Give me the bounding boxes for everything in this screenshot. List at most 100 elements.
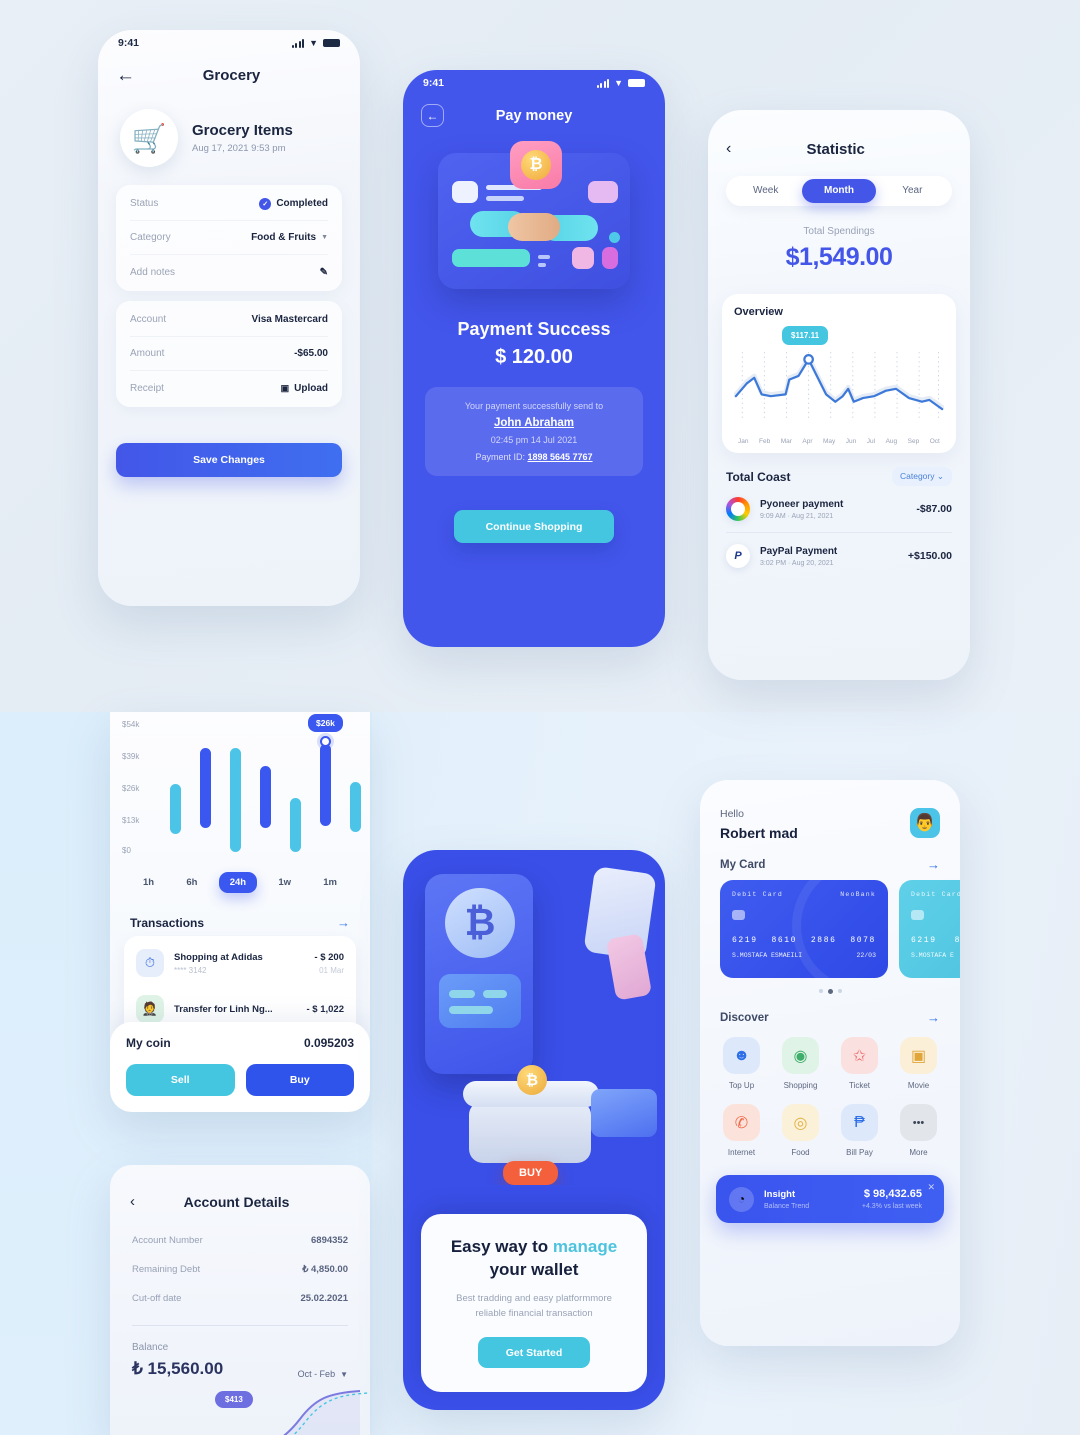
y-tick-26k: $26k [122, 784, 140, 793]
arrow-right-icon[interactable]: → [927, 857, 940, 872]
bar-6[interactable] [320, 744, 331, 826]
credit-card-primary[interactable]: Debit Card NeoBank 6219 8610 2886 8078 S… [720, 880, 888, 978]
payment-id-label: Payment ID: [475, 452, 525, 462]
chip-1h[interactable]: 1h [132, 872, 165, 893]
discover-item-top-up[interactable]: ☻ Top Up [714, 1037, 769, 1090]
row-category[interactable]: Category Food & Fruits ▼ [130, 221, 328, 255]
my-card-header: My Card → [700, 841, 960, 880]
pie-chart-icon: ◔ [729, 1186, 754, 1212]
bar-5[interactable] [290, 798, 301, 852]
transaction-amount: - $ 200 [314, 951, 344, 963]
save-changes-button[interactable]: Save Changes [116, 443, 342, 477]
top-up-icon: ☻ [723, 1037, 760, 1074]
phone-statistic: ‹ Statistic Week Month Year Total Spendi… [708, 110, 970, 680]
illustration-wallet [591, 1089, 657, 1137]
chip-24h[interactable]: 24h [218, 872, 258, 893]
card-carousel[interactable]: Debit Card NeoBank 6219 8610 2886 8078 S… [700, 880, 960, 978]
discover-item-bill-pay[interactable]: ₱ Bill Pay [832, 1104, 887, 1157]
movie-icon: ▣ [900, 1037, 937, 1074]
phone-grocery-detail: 9:41 ▼ ← Grocery 🛒 Grocery Items Aug 17,… [98, 30, 360, 606]
page-title: Pay money [495, 107, 573, 124]
wallet-paragraph: Best tradding and easy platformmore reli… [456, 1292, 612, 1319]
category-filter-button[interactable]: Category ⌄ [892, 467, 952, 486]
discover-grid: ☻ Top Up ◉ Shopping ✩ Ticket ▣ Movie ✆ I… [700, 1033, 960, 1157]
row-label: Cut-off date [132, 1293, 182, 1304]
x-tick-aug: Aug [885, 438, 898, 445]
total-spendings-label: Total Spendings [803, 226, 875, 237]
chip-1m[interactable]: 1m [312, 872, 348, 893]
buy-button[interactable]: Buy [245, 1064, 354, 1096]
row-value: -$65.00 [294, 348, 328, 359]
row-value: Visa Mastercard [251, 314, 328, 325]
discover-item-internet[interactable]: ✆ Internet [714, 1104, 769, 1157]
divider [132, 1325, 348, 1326]
row-status[interactable]: Status ✓ Completed [130, 187, 328, 221]
segment-year[interactable]: Year [876, 179, 949, 203]
date-range-selector[interactable]: Oct - Feb ▼ [298, 1369, 348, 1379]
continue-shopping-button[interactable]: Continue Shopping [454, 510, 614, 543]
chip-6h[interactable]: 6h [175, 872, 208, 893]
row-add-notes[interactable]: Add notes ✎ [130, 255, 328, 289]
card-chip-icon [732, 910, 745, 920]
receipt-line-1: Your payment successfully send to [464, 401, 604, 411]
bar-1[interactable] [170, 784, 181, 834]
discover-item-ticket[interactable]: ✩ Ticket [832, 1037, 887, 1090]
row-label: Remaining Debt [132, 1264, 201, 1275]
page-title: Statistic [806, 140, 865, 158]
handshake-icon [470, 205, 598, 251]
discover-item-more[interactable]: ••• More [891, 1104, 946, 1157]
transaction-date: 01 Mar [319, 965, 344, 975]
discover-item-movie[interactable]: ▣ Movie [891, 1037, 946, 1090]
row-value: 25.02.2021 [300, 1293, 348, 1304]
row-label: Status [130, 198, 159, 209]
card-type: Debit Card [732, 891, 784, 898]
my-card-title: My Card [720, 858, 766, 871]
signal-icon [291, 38, 305, 48]
pencil-icon[interactable]: ✎ [320, 267, 328, 278]
balance-trend-graph: $413 [110, 1385, 370, 1435]
bar-3[interactable] [230, 748, 241, 852]
recipient-name: John Abraham [493, 417, 575, 429]
bitcoin-icon: ₿ [521, 150, 551, 180]
timeframe-chips[interactable]: 1h 6h 24h 1w 1m [110, 872, 370, 893]
segment-week[interactable]: Week [729, 179, 802, 203]
transaction-row[interactable]: ⏱ Shopping at Adidas **** 3142 - $ 200 0… [136, 940, 344, 986]
my-coin-label: My coin [126, 1036, 171, 1050]
segment-month[interactable]: Month [802, 179, 876, 203]
chip-1w[interactable]: 1w [267, 872, 302, 893]
bar-7[interactable] [350, 782, 361, 832]
clock-icon: ⏱ [136, 949, 164, 977]
avatar[interactable]: 👨 [910, 808, 940, 838]
close-icon[interactable]: ✕ [927, 1182, 935, 1193]
credit-card-secondary[interactable]: Debit Card 6219 8610 S.MOSTAFA E [899, 880, 960, 978]
page-title: Account Details [183, 1193, 290, 1210]
period-segmented-control[interactable]: Week Month Year [726, 176, 952, 206]
card-number-group: 8610 [954, 936, 960, 945]
row-value[interactable]: Upload [294, 383, 328, 394]
buy-badge[interactable]: BUY [503, 1161, 559, 1185]
total-coast-header: Total Coast Category ⌄ [726, 467, 952, 486]
bar-2[interactable] [200, 748, 211, 828]
greeting-label: Hello [720, 808, 744, 820]
transaction-row[interactable]: Pyoneer payment 9:09 AM · Aug 21, 2021 -… [726, 486, 952, 533]
row-receipt[interactable]: Receipt ▣ Upload [130, 371, 328, 405]
sell-button[interactable]: Sell [126, 1064, 235, 1096]
y-tick-54k: $54k [122, 720, 140, 729]
more-icon: ••• [900, 1104, 937, 1141]
transaction-row[interactable]: P PayPal Payment 3:02 PM · Aug 20, 2021 … [726, 533, 952, 579]
insight-banner[interactable]: ◔ Insight Balance Trend $ 98,432.65 +4.3… [716, 1175, 944, 1223]
bar-4[interactable] [260, 766, 271, 828]
row-account[interactable]: Account Visa Mastercard [130, 303, 328, 337]
bar-chart-tooltip: $26k [308, 714, 343, 732]
row-amount[interactable]: Amount -$65.00 [130, 337, 328, 371]
get-started-button[interactable]: Get Started [478, 1337, 590, 1368]
discover-title: Discover [720, 1011, 769, 1024]
discover-item-food[interactable]: ◎ Food [773, 1104, 828, 1157]
chevron-down-icon[interactable]: ▼ [321, 234, 328, 241]
row-label: Category [130, 232, 171, 243]
home-header: Hello Robert mad 👨 [700, 780, 960, 841]
arrow-right-icon[interactable]: → [927, 1010, 940, 1025]
discover-item-shopping[interactable]: ◉ Shopping [773, 1037, 828, 1090]
arrow-right-icon[interactable]: → [337, 915, 350, 930]
overview-chart-card: Overview $117.11 Jan Feb Mar Apr May Jun… [722, 294, 956, 453]
